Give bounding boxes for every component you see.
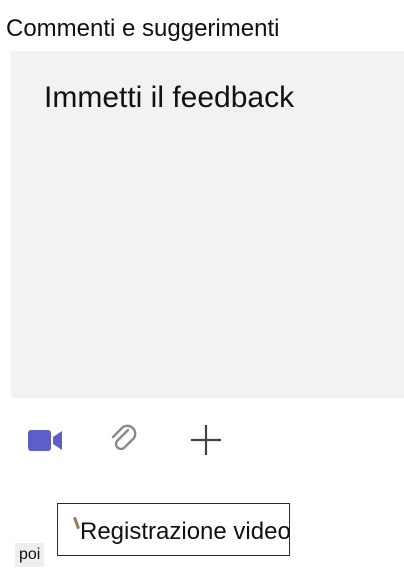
record-video-button[interactable] [23,418,67,462]
poi-chip[interactable]: poi [15,543,45,567]
section-label: Commenti e suggerimenti [6,15,280,42]
plus-icon [191,425,221,455]
feedback-input[interactable] [11,51,404,398]
tooltip-text: Registrazione video [80,518,291,545]
tooltip-tick-mark [73,516,80,530]
paperclip-icon [111,424,137,451]
add-button[interactable] [184,418,228,462]
attach-file-button[interactable] [102,418,146,462]
video-recording-tooltip: Registrazione video [57,503,291,556]
feedback-panel: Commenti e suggerimenti poi Registrazion… [0,0,404,575]
attachment-toolbar [0,418,404,462]
feedback-box[interactable] [11,51,404,398]
video-camera-icon [28,430,62,451]
